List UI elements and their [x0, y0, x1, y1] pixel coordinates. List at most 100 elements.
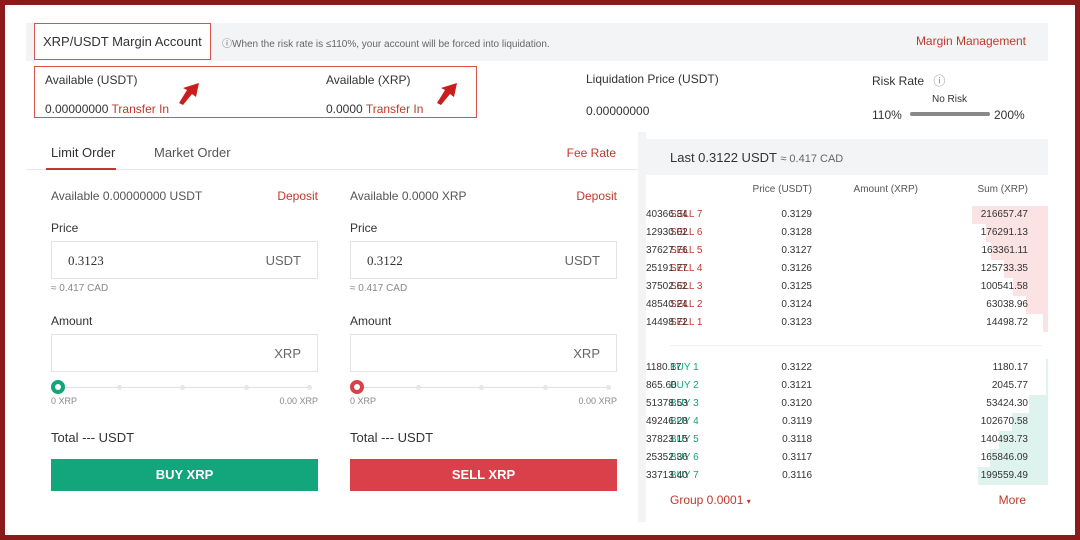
info-circle-icon: ⓘ	[222, 39, 232, 50]
buy-order-row[interactable]: BUY 4 0.3119 49246.28 102670.58	[646, 413, 1048, 431]
order-price: 0.3122	[781, 362, 812, 373]
sell-price-label: Price	[350, 221, 378, 235]
risk-rate-text: Risk Rate	[872, 74, 925, 88]
active-tab-underline	[46, 168, 116, 170]
order-price: 0.3121	[781, 380, 812, 391]
order-panel: Limit Order Market Order Fee Rate Availa…	[26, 132, 638, 518]
order-amount: 865.60	[646, 380, 677, 391]
transfer-in-xrp-link[interactable]: Transfer In	[366, 102, 424, 116]
available-usdt-value: 0.00000000	[45, 102, 109, 116]
sell-order-row[interactable]: SELL 3 0.3125 37502.62 100541.58	[646, 278, 1048, 296]
tab-limit-order[interactable]: Limit Order	[51, 145, 115, 160]
buy-order-row[interactable]: BUY 7 0.3116 33713.40 199559.49	[646, 467, 1048, 485]
order-amount: 37502.62	[646, 281, 688, 292]
buy-slider-knob[interactable]	[51, 380, 65, 394]
more-link[interactable]: More	[999, 493, 1026, 507]
order-price: 0.3124	[781, 299, 812, 310]
sell-deposit-link[interactable]: Deposit	[576, 189, 617, 203]
col-amount-header: Amount (XRP)	[853, 184, 918, 195]
risk-max: 200%	[994, 108, 1025, 122]
order-amount: 25191.77	[646, 263, 688, 274]
order-sum: 100541.58	[980, 281, 1028, 292]
order-sum: 63038.96	[986, 299, 1028, 310]
panel-divider	[638, 132, 646, 522]
available-usdt-row: 0.00000000 Transfer In	[45, 102, 169, 116]
order-amount: 1180.17	[646, 362, 682, 373]
sell-slider-max: 0.00 XRP	[578, 396, 617, 406]
order-sum: 102670.58	[980, 416, 1028, 427]
last-price: Last 0.3122 USDT ≈ 0.417 CAD	[670, 150, 843, 165]
account-title: XRP/USDT Margin Account	[34, 23, 211, 60]
sell-slider-knob[interactable]	[350, 380, 364, 394]
warning-text: When the risk rate is ≤110%, your accoun…	[232, 39, 550, 50]
sell-depth-bar	[1026, 296, 1048, 314]
order-sum: 2045.77	[991, 380, 1028, 391]
sell-total: Total --- USDT	[350, 430, 434, 445]
last-price-cad: ≈ 0.417 CAD	[780, 153, 844, 165]
group-label: Group 0.0001	[670, 493, 744, 507]
sell-order-row[interactable]: SELL 5 0.3127 37627.76 163361.11	[646, 242, 1048, 260]
sell-order-row[interactable]: SELL 1 0.3123 14498.72 14498.72	[646, 314, 1048, 332]
transfer-in-usdt-link[interactable]: Transfer In	[112, 102, 170, 116]
order-price: 0.3117	[782, 452, 812, 463]
sell-order-row[interactable]: SELL 4 0.3126 25191.77 125733.35	[646, 260, 1048, 278]
buy-order-row[interactable]: BUY 1 0.3122 1180.17 1180.17	[646, 359, 1048, 377]
order-amount: 14498.72	[646, 317, 688, 328]
sell-slider-min: 0 XRP	[350, 396, 377, 406]
risk-bar	[910, 112, 990, 116]
sell-order-row[interactable]: SELL 2 0.3124 48540.24 63038.96	[646, 296, 1048, 314]
red-arrow-icon	[437, 83, 457, 105]
risk-min: 110%	[872, 108, 902, 122]
fee-rate-link[interactable]: Fee Rate	[567, 146, 616, 160]
buy-order-row[interactable]: BUY 5 0.3118 37823.15 140493.73	[646, 431, 1048, 449]
margin-management-link[interactable]: Margin Management	[916, 34, 1026, 48]
sell-xrp-button[interactable]: SELL XRP	[350, 459, 617, 491]
buy-amount-unit: XRP	[274, 346, 301, 361]
order-amount: 12930.02	[646, 227, 688, 238]
tab-market-order[interactable]: Market Order	[154, 145, 231, 160]
margin-account-header: XRP/USDT Margin Account ⓘWhen the risk r…	[26, 15, 1048, 140]
buy-depth-bar	[1046, 377, 1048, 395]
sell-price-input[interactable]: 0.3122 USDT	[350, 241, 617, 279]
available-usdt-label: Available (USDT)	[45, 73, 138, 87]
order-book: Last 0.3122 USDT ≈ 0.417 CAD Price (USDT…	[646, 139, 1048, 518]
buy-slider-min: 0 XRP	[51, 396, 78, 406]
buy-deposit-link[interactable]: Deposit	[277, 189, 318, 203]
order-price: 0.3128	[781, 227, 812, 238]
buy-depth-bar	[1046, 359, 1048, 377]
liquidation-price-label: Liquidation Price (USDT)	[586, 72, 719, 86]
sell-price-unit: USDT	[564, 253, 600, 268]
info-circle-icon[interactable]: ⓘ	[933, 74, 945, 88]
order-amount: 33713.40	[646, 470, 688, 481]
available-xrp-label: Available (XRP)	[326, 73, 411, 87]
last-price-text: Last 0.3122 USDT	[670, 150, 777, 165]
sell-available: Available 0.0000 XRP	[350, 189, 467, 203]
buy-order-row[interactable]: BUY 2 0.3121 865.60 2045.77	[646, 377, 1048, 395]
sell-order-row[interactable]: SELL 6 0.3128 12930.02 176291.13	[646, 224, 1048, 242]
order-price: 0.3123	[781, 317, 812, 328]
sell-order-row[interactable]: SELL 7 0.3129 40366.34 216657.47	[646, 206, 1048, 224]
order-sum: 176291.13	[980, 227, 1028, 238]
buy-xrp-button[interactable]: BUY XRP	[51, 459, 318, 491]
order-amount: 48540.24	[646, 299, 688, 310]
risk-status: No Risk	[932, 94, 968, 105]
buy-slider-max: 0.00 XRP	[279, 396, 318, 406]
sell-amount-input[interactable]: XRP	[350, 334, 617, 372]
order-price: 0.3125	[781, 281, 812, 292]
buy-amount-input[interactable]: XRP	[51, 334, 318, 372]
order-sum: 14498.72	[986, 317, 1028, 328]
order-sum: 53424.30	[986, 398, 1028, 409]
order-amount: 25352.36	[646, 452, 688, 463]
sell-cad-equiv: ≈ 0.417 CAD	[350, 283, 408, 294]
order-price: 0.3126	[781, 263, 812, 274]
sell-depth-bar	[1043, 314, 1048, 332]
col-price-header: Price (USDT)	[752, 184, 812, 195]
title-bar: XRP/USDT Margin Account ⓘWhen the risk r…	[26, 23, 1048, 61]
order-price: 0.3129	[781, 209, 812, 220]
order-book-divider	[670, 345, 1042, 346]
buy-order-row[interactable]: BUY 3 0.3120 51378.53 53424.30	[646, 395, 1048, 413]
buy-price-input[interactable]: 0.3123 USDT	[51, 241, 318, 279]
group-selector[interactable]: Group 0.0001 ▾	[670, 493, 751, 507]
buy-cad-equiv: ≈ 0.417 CAD	[51, 283, 109, 294]
buy-order-row[interactable]: BUY 6 0.3117 25352.36 165846.09	[646, 449, 1048, 467]
